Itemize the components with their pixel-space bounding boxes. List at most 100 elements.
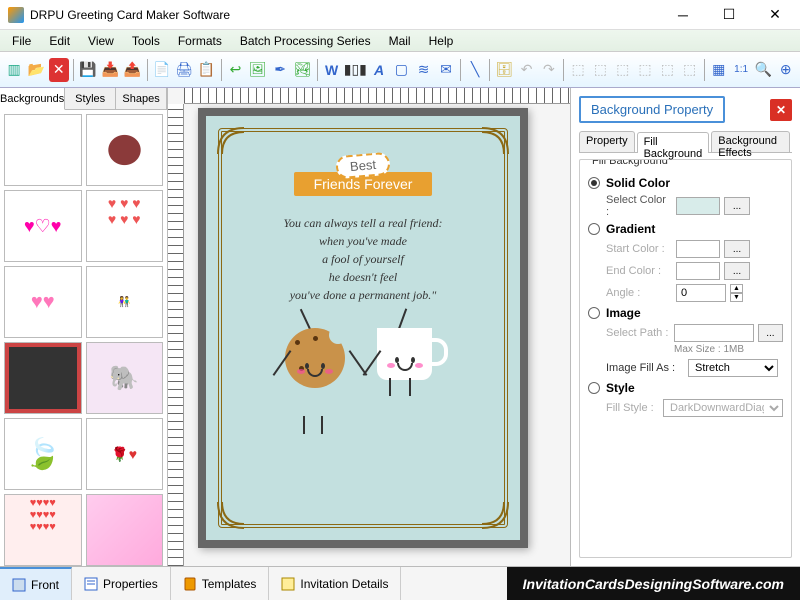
image-fill-select[interactable]: Stretch <box>688 359 778 377</box>
thumb-hearts2[interactable]: ♥ ♥ ♥♥ ♥ ♥ <box>86 190 164 262</box>
undo-icon[interactable]: ↩ <box>225 58 245 82</box>
image-icon[interactable]: 🖼 <box>248 58 268 82</box>
saveas-icon[interactable]: 📥 <box>100 58 120 82</box>
card-characters[interactable] <box>285 328 441 418</box>
thumb-pattern1[interactable] <box>4 342 82 414</box>
save-icon[interactable]: 💾 <box>78 58 98 82</box>
path-browse-button: ... <box>758 324 783 342</box>
tab-shapes[interactable]: Shapes <box>116 88 167 109</box>
maximize-button[interactable]: ☐ <box>706 0 752 30</box>
text-icon[interactable]: A <box>369 58 389 82</box>
end-color-swatch <box>676 262 720 280</box>
thumb-pink[interactable] <box>86 494 164 566</box>
delete-icon[interactable]: ✕ <box>49 58 69 82</box>
card-banner-text: Friends Forever <box>314 176 413 192</box>
zoomin-icon[interactable]: ⊕ <box>776 58 796 82</box>
menu-help[interactable]: Help <box>421 32 462 50</box>
btab-templates[interactable]: Templates <box>171 567 270 600</box>
fill-style-select: DarkDownwardDiagonal <box>663 399 783 417</box>
greeting-card[interactable]: Best Friends Forever You can always tell… <box>198 108 528 548</box>
radio-solid-color[interactable]: Solid Color <box>588 176 783 190</box>
btab-front[interactable]: Front <box>0 567 72 600</box>
print-icon[interactable]: 🖨 <box>174 58 194 82</box>
minimize-button[interactable]: ─ <box>660 0 706 30</box>
solid-color-swatch[interactable] <box>676 197 720 215</box>
menubar: File Edit View Tools Formats Batch Proce… <box>0 30 800 52</box>
new-icon[interactable]: ▥ <box>4 58 24 82</box>
thumb-leaf[interactable]: 🍃 <box>4 418 82 490</box>
tab-styles[interactable]: Styles <box>65 88 116 109</box>
menu-view[interactable]: View <box>80 32 122 50</box>
label-select-color: Select Color : <box>606 194 672 218</box>
label-select-path: Select Path : <box>606 327 670 339</box>
thumb-hearts4[interactable]: ♥♥♥♥♥♥♥♥♥♥♥♥ <box>4 494 82 566</box>
tab-property[interactable]: Property <box>579 131 635 152</box>
end-color-picker-button: ... <box>724 262 750 280</box>
line-icon[interactable]: ╲ <box>465 58 485 82</box>
database-icon[interactable]: 🗄 <box>494 58 514 82</box>
thumb-paisley[interactable] <box>86 114 164 186</box>
redo-icon[interactable]: ↷ <box>539 58 559 82</box>
label-fill-style: Fill Style : <box>606 402 659 414</box>
btab-properties[interactable]: Properties <box>72 567 171 600</box>
app-title: DRPU Greeting Card Maker Software <box>30 8 660 22</box>
card-banner[interactable]: Best Friends Forever <box>294 172 433 196</box>
solid-color-picker-button[interactable]: ... <box>724 197 750 215</box>
menu-file[interactable]: File <box>4 32 39 50</box>
thumb-hearts3[interactable]: ♥♥ <box>4 266 82 338</box>
mail-icon[interactable]: ✉ <box>436 58 456 82</box>
watermark: InvitationCardsDesigningSoftware.com <box>507 567 800 600</box>
close-button[interactable]: ✕ <box>752 0 798 30</box>
open-icon[interactable]: 📂 <box>26 58 46 82</box>
thumb-roses[interactable]: 🌹♥ <box>86 418 164 490</box>
pen-icon[interactable]: ✒ <box>270 58 290 82</box>
btab-invitation-details[interactable]: Invitation Details <box>269 567 401 600</box>
menu-edit[interactable]: Edit <box>41 32 78 50</box>
group-label: Fill Background <box>588 159 672 167</box>
label-end-color: End Color : <box>606 265 672 277</box>
menu-batch[interactable]: Batch Processing Series <box>232 32 379 50</box>
tab-background-effects[interactable]: Background Effects <box>711 131 790 152</box>
align1-icon[interactable]: ⬚ <box>568 58 588 82</box>
undo2-icon[interactable]: ↶ <box>516 58 536 82</box>
label-image-fill-as: Image Fill As : <box>606 362 684 374</box>
picture-icon[interactable]: 🏞 <box>292 58 312 82</box>
background-thumbnails: ♥♡♥ ♥ ♥ ♥♥ ♥ ♥ ♥♥ 👫 🐘 🍃 🌹♥ ♥♥♥♥♥♥♥♥♥♥♥♥ <box>0 110 167 566</box>
align5-icon[interactable]: ⬚ <box>657 58 677 82</box>
align4-icon[interactable]: ⬚ <box>635 58 655 82</box>
canvas-area[interactable]: Best Friends Forever You can always tell… <box>168 88 570 566</box>
panel-close-button[interactable]: ✕ <box>770 99 792 121</box>
export-icon[interactable]: 📤 <box>122 58 142 82</box>
tab-backgrounds[interactable]: Backgrounds <box>0 88 65 110</box>
document-icon[interactable]: 📄 <box>152 58 172 82</box>
left-panel: Backgrounds Styles Shapes ♥♡♥ ♥ ♥ ♥♥ ♥ ♥… <box>0 88 168 566</box>
radio-gradient[interactable]: Gradient <box>588 222 783 236</box>
align3-icon[interactable]: ⬚ <box>613 58 633 82</box>
card-quote[interactable]: You can always tell a real friend: when … <box>283 214 442 304</box>
wordart-icon[interactable]: W <box>321 58 341 82</box>
menu-formats[interactable]: Formats <box>170 32 230 50</box>
thumb-floral[interactable] <box>4 114 82 186</box>
align6-icon[interactable]: ⬚ <box>679 58 699 82</box>
toolbar: ▥ 📂 ✕ 💾 📥 📤 📄 🖨 📋 ↩ 🖼 ✒ 🏞 W ▮▯▮ A ▢ ≋ ✉ … <box>0 52 800 88</box>
textbox-icon[interactable]: ▢ <box>391 58 411 82</box>
barcode-icon[interactable]: ▮▯▮ <box>344 58 367 82</box>
scroll-icon[interactable]: ≋ <box>414 58 434 82</box>
bottom-bar: Front Properties Templates Invitation De… <box>0 566 800 600</box>
tab-fill-background[interactable]: Fill Background <box>637 132 710 153</box>
menu-tools[interactable]: Tools <box>124 32 168 50</box>
ruler-vertical <box>168 104 184 566</box>
copy-icon[interactable]: 📋 <box>196 58 216 82</box>
thumb-elephant[interactable]: 🐘 <box>86 342 164 414</box>
fit-icon[interactable]: 1:1 <box>731 58 751 82</box>
start-color-picker-button: ... <box>724 240 750 258</box>
label-start-color: Start Color : <box>606 243 672 255</box>
thumb-couple[interactable]: 👫 <box>86 266 164 338</box>
grid-icon[interactable]: ▦ <box>709 58 729 82</box>
thumb-hearts1[interactable]: ♥♡♥ <box>4 190 82 262</box>
zoom-icon[interactable]: 🔍 <box>753 58 773 82</box>
align2-icon[interactable]: ⬚ <box>590 58 610 82</box>
menu-mail[interactable]: Mail <box>381 32 419 50</box>
radio-style[interactable]: Style <box>588 381 783 395</box>
radio-image[interactable]: Image <box>588 306 783 320</box>
